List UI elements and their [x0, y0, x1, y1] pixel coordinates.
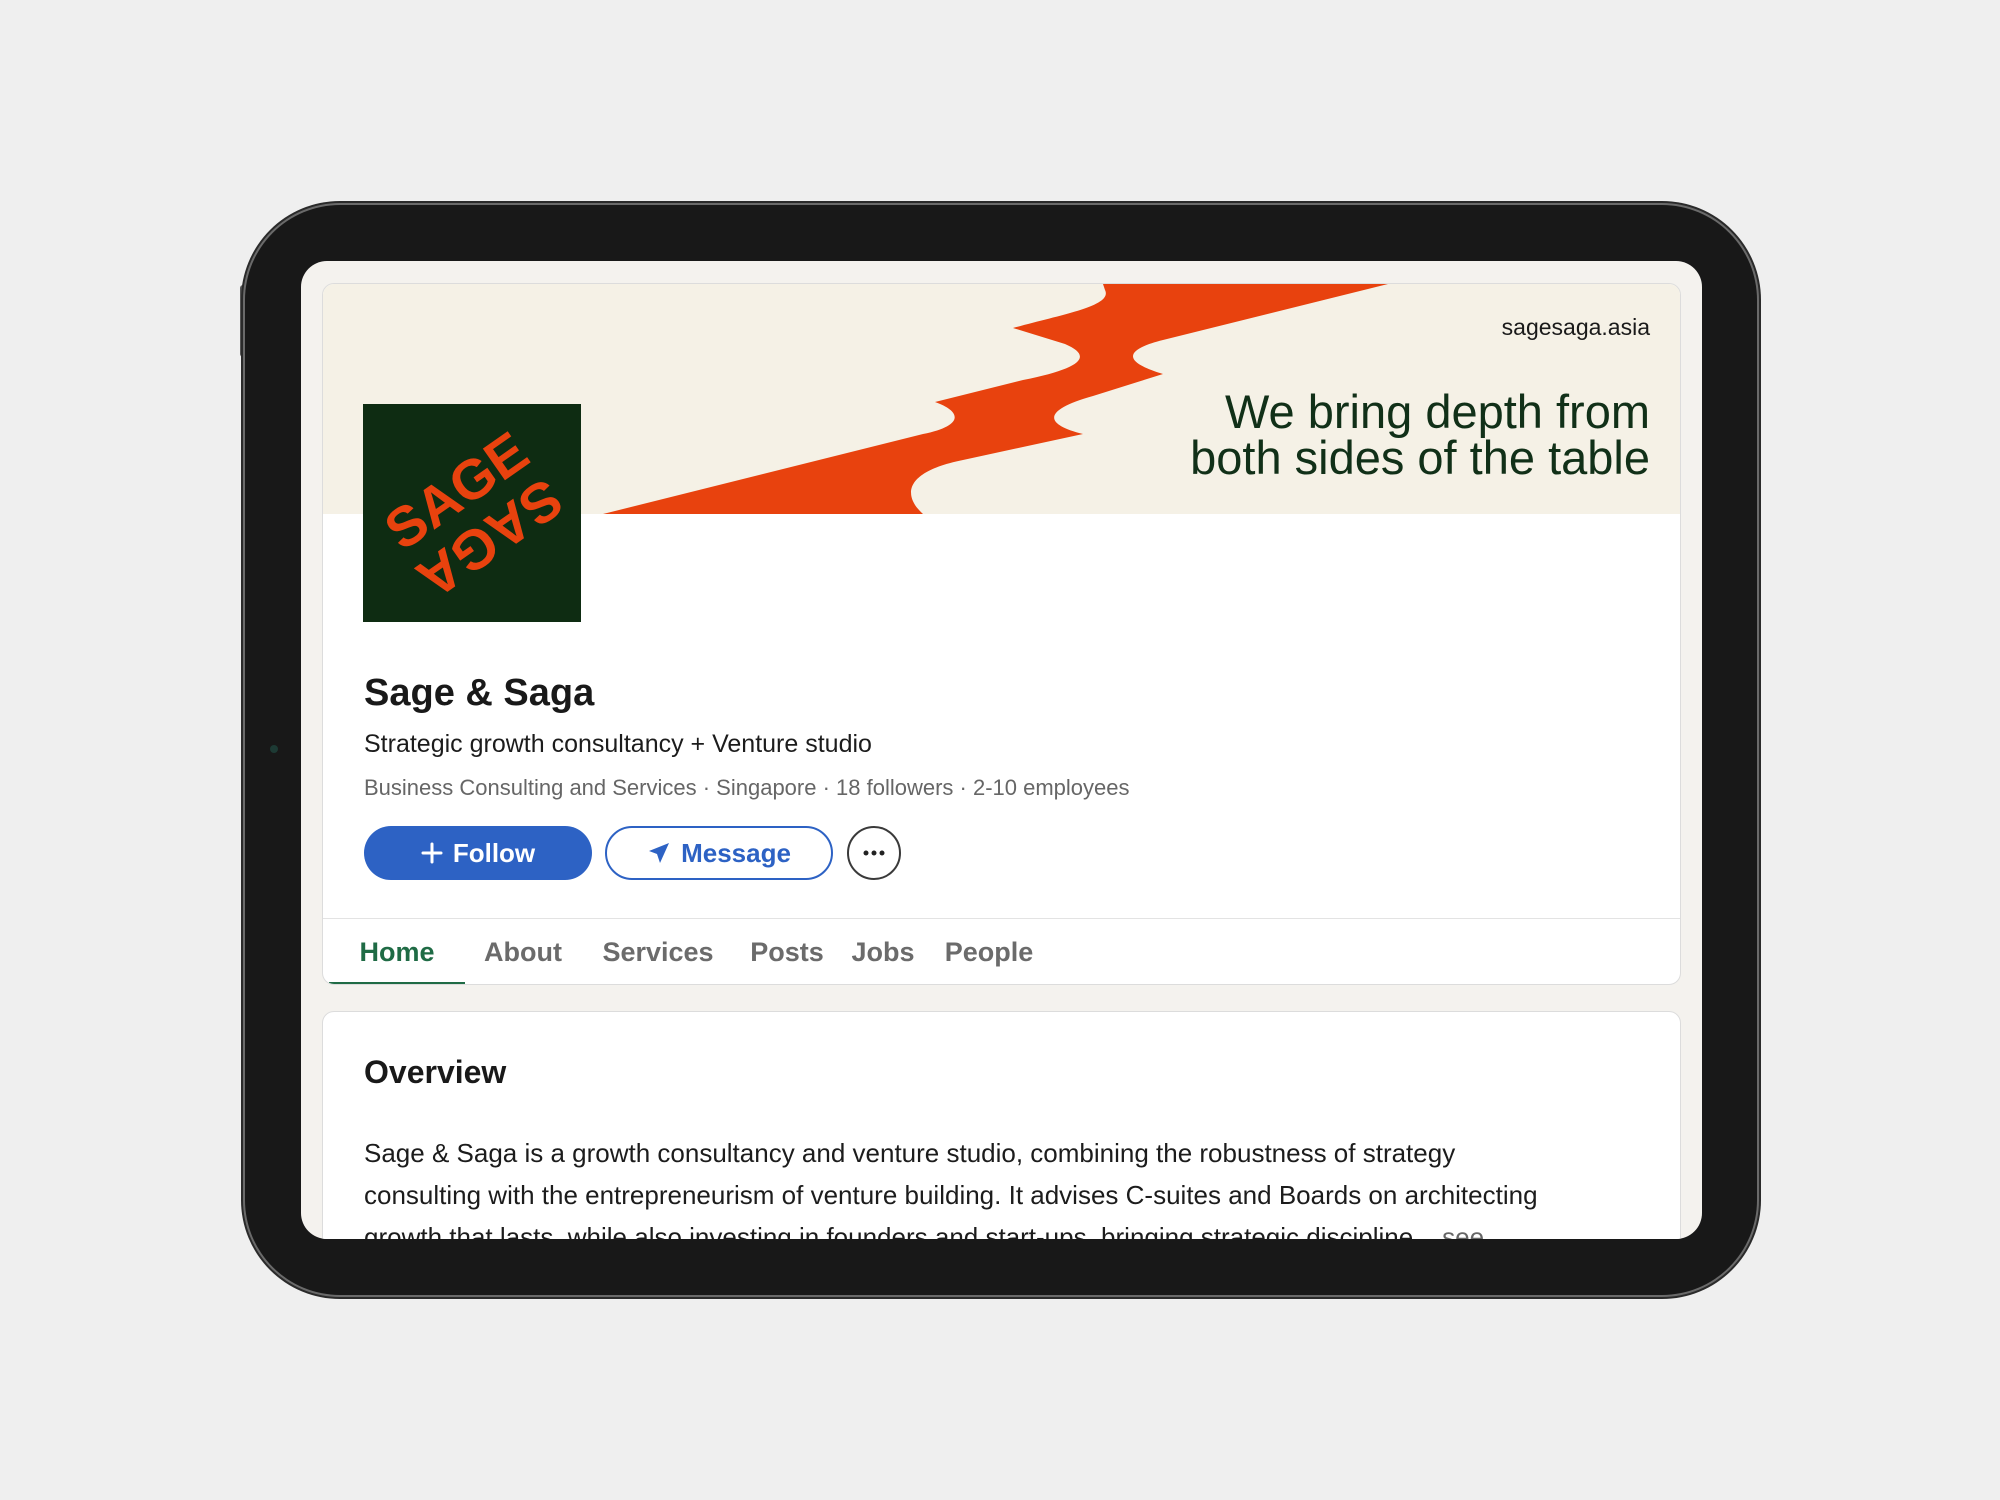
banner-tagline-line1: We bring depth from — [1225, 385, 1650, 438]
profile-tabs: Home About Services Posts Jobs People — [323, 919, 1680, 984]
company-logo[interactable]: SAGE SAGA — [363, 404, 581, 622]
banner-tagline-line2: both sides of the table — [1190, 431, 1650, 484]
sage-saga-logo-mark: SAGE SAGA — [373, 419, 574, 611]
overview-line-2: consulting with the entrepreneurism of v… — [364, 1180, 1538, 1210]
company-tagline: Strategic growth consultancy + Venture s… — [364, 730, 872, 758]
banner-tagline: We bring depth from both sides of the ta… — [1050, 385, 1650, 484]
active-tab-indicator — [329, 982, 465, 984]
follow-button-label: Follow — [452, 837, 536, 868]
ellipsis-icon — [862, 844, 886, 862]
tablet-camera — [270, 745, 278, 753]
company-meta: Business Consulting and Services · Singa… — [364, 775, 1130, 800]
overview-description: Sage & Saga is a growth consultancy and … — [364, 1132, 1644, 1239]
overview-line-1: Sage & Saga is a growth consultancy and … — [364, 1138, 1456, 1168]
tablet-screen: sagesaga.asia We bring depth from both s… — [301, 261, 1702, 1239]
see-more-link[interactable]: ...see — [1420, 1222, 1484, 1239]
overview-title: Overview — [364, 1054, 507, 1090]
tab-posts[interactable]: Posts — [743, 919, 831, 984]
tab-about[interactable]: About — [471, 919, 575, 984]
follow-button[interactable]: Follow — [364, 826, 592, 880]
company-name: Sage & Saga — [364, 672, 595, 714]
tab-people[interactable]: People — [935, 919, 1043, 984]
message-button[interactable]: Message — [605, 826, 833, 880]
tab-services[interactable]: Services — [585, 919, 731, 984]
banner-url: sagesaga.asia — [1501, 314, 1650, 340]
tab-jobs[interactable]: Jobs — [843, 919, 923, 984]
overview-card: Overview Sage & Saga is a growth consult… — [322, 1011, 1681, 1239]
more-options-button[interactable] — [847, 826, 901, 880]
paper-plane-icon — [647, 841, 671, 865]
message-button-label: Message — [681, 837, 791, 868]
overview-line-3-text: growth that lasts, while also investing … — [364, 1222, 1414, 1239]
company-profile-card: sagesaga.asia We bring depth from both s… — [322, 283, 1681, 985]
plus-icon — [421, 842, 443, 864]
tab-home[interactable]: Home — [329, 919, 465, 984]
overview-line-3: growth that lasts, while also investing … — [364, 1216, 1644, 1239]
